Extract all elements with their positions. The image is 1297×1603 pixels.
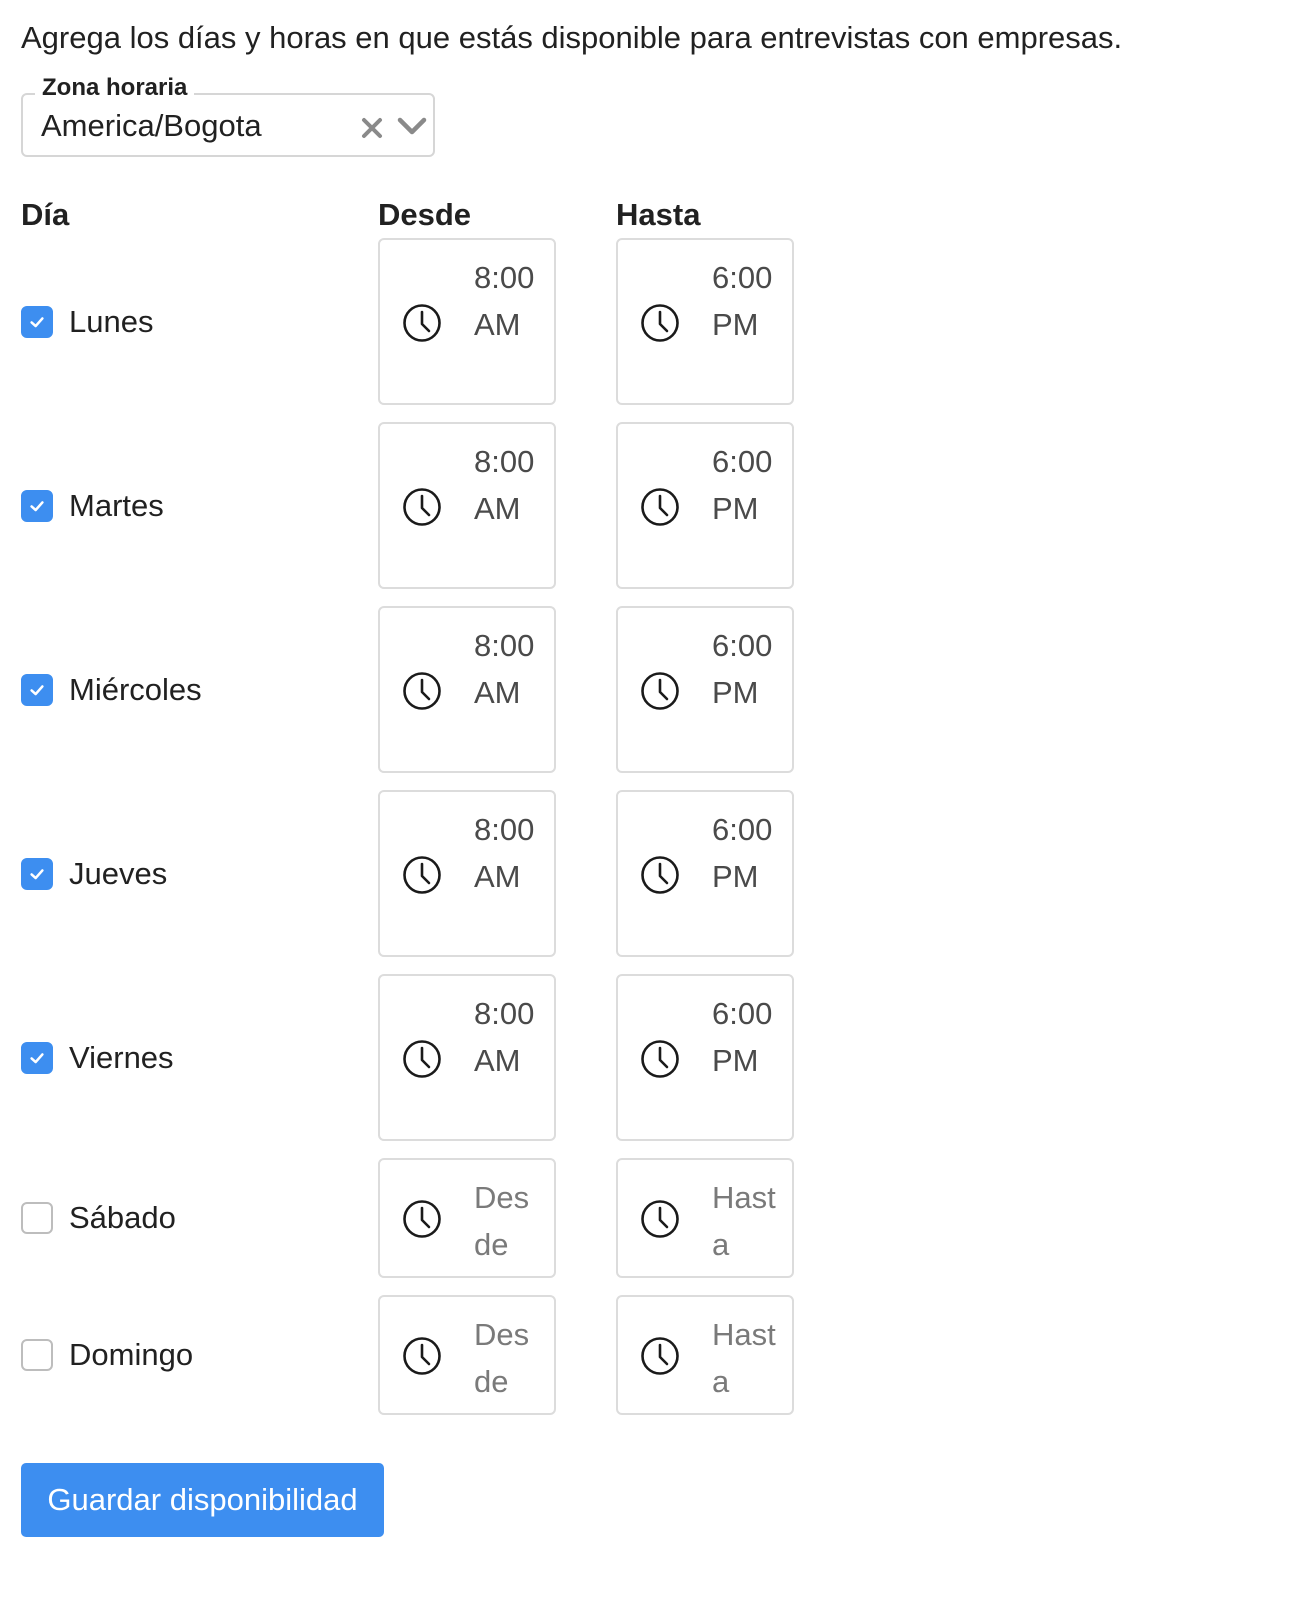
time-value: 8:00 AM xyxy=(474,444,535,526)
day-row: Domingo Desde Hasta xyxy=(0,1295,1297,1415)
day-label: Sábado xyxy=(69,1200,176,1235)
time-to-input[interactable]: 6:00 PM xyxy=(616,606,794,773)
time-to-input[interactable]: Hasta xyxy=(616,1295,794,1415)
time-from-input[interactable]: 8:00 AM xyxy=(378,790,556,957)
time-value: 6:00 PM xyxy=(712,628,773,710)
clock-icon xyxy=(402,671,442,711)
day-checkbox[interactable] xyxy=(21,1041,53,1074)
close-icon[interactable] xyxy=(361,117,383,139)
day-toggle-0[interactable]: Lunes xyxy=(21,302,153,342)
day-toggle-1[interactable]: Martes xyxy=(21,486,164,526)
day-checkbox[interactable] xyxy=(21,673,53,706)
day-checkbox[interactable] xyxy=(21,857,53,890)
column-header-to: Hasta xyxy=(616,197,701,232)
day-checkbox[interactable] xyxy=(21,1339,53,1371)
clock-icon xyxy=(640,1039,680,1079)
day-label: Martes xyxy=(69,487,164,523)
time-to-input[interactable]: 6:00 PM xyxy=(616,422,794,589)
time-placeholder: Hasta xyxy=(712,1317,776,1399)
day-toggle-2[interactable]: Miércoles xyxy=(21,670,202,710)
time-to-input[interactable]: 6:00 PM xyxy=(616,238,794,405)
checkmark-icon xyxy=(28,681,46,699)
time-value: 6:00 PM xyxy=(712,444,773,526)
column-header-from: Desde xyxy=(378,197,472,232)
clock-icon xyxy=(640,671,680,711)
time-value: 8:00 AM xyxy=(474,812,535,894)
checkmark-icon xyxy=(28,313,46,331)
clock-icon xyxy=(640,303,680,343)
time-from-input[interactable]: 8:00 AM xyxy=(378,974,556,1141)
time-value: 8:00 AM xyxy=(474,996,535,1078)
day-checkbox[interactable] xyxy=(21,489,53,522)
clock-icon xyxy=(640,1199,680,1239)
clock-icon xyxy=(402,303,442,343)
day-label: Jueves xyxy=(69,855,168,891)
checkmark-icon xyxy=(28,497,46,515)
time-from-input[interactable]: 8:00 AM xyxy=(378,422,556,589)
checkmark-icon xyxy=(28,1049,46,1067)
save-availability-button[interactable]: Guardar disponibilidad xyxy=(21,1463,384,1537)
time-placeholder: Desde xyxy=(474,1317,530,1399)
time-value: 8:00 AM xyxy=(474,628,535,710)
clock-icon xyxy=(402,1199,442,1239)
chevron-down-icon[interactable] xyxy=(397,115,427,137)
clock-icon xyxy=(402,855,442,895)
time-from-input[interactable]: 8:00 AM xyxy=(378,238,556,405)
time-value: 6:00 PM xyxy=(712,812,773,894)
day-checkbox[interactable] xyxy=(21,305,53,338)
availability-form: Agrega los días y horas en que estás dis… xyxy=(0,0,1297,1603)
day-row: Lunes 8:00 AM 6:00 PM xyxy=(0,238,1297,405)
clock-icon xyxy=(402,1039,442,1079)
clock-icon xyxy=(402,1336,442,1376)
time-from-input[interactable]: Desde xyxy=(378,1158,556,1278)
clock-icon xyxy=(640,1336,680,1376)
intro-text: Agrega los días y horas en que estás dis… xyxy=(21,20,1123,55)
time-value: 6:00 PM xyxy=(712,260,773,342)
day-checkbox[interactable] xyxy=(21,1202,53,1234)
timezone-select[interactable]: Zona horaria America/Bogota xyxy=(21,73,435,157)
day-row: Martes 8:00 AM 6:00 PM xyxy=(0,422,1297,589)
day-toggle-5[interactable]: Sábado xyxy=(21,1198,176,1238)
clock-icon xyxy=(402,487,442,527)
time-to-input[interactable]: 6:00 PM xyxy=(616,790,794,957)
day-toggle-6[interactable]: Domingo xyxy=(21,1335,193,1375)
time-value: 6:00 PM xyxy=(712,996,773,1078)
day-toggle-3[interactable]: Jueves xyxy=(21,854,167,894)
day-row: Sábado Desde Hasta xyxy=(0,1158,1297,1278)
timezone-value: America/Bogota xyxy=(41,108,262,143)
day-label: Domingo xyxy=(69,1337,194,1372)
checkmark-icon xyxy=(28,865,46,883)
timezone-label: Zona horaria xyxy=(35,73,195,103)
time-placeholder: Desde xyxy=(474,1180,530,1262)
clock-icon xyxy=(640,487,680,527)
time-from-input[interactable]: 8:00 AM xyxy=(378,606,556,773)
day-label: Miércoles xyxy=(69,671,202,707)
time-to-input[interactable]: Hasta xyxy=(616,1158,794,1278)
time-value: 8:00 AM xyxy=(474,260,535,342)
time-placeholder: Hasta xyxy=(712,1180,776,1262)
time-to-input[interactable]: 6:00 PM xyxy=(616,974,794,1141)
day-toggle-4[interactable]: Viernes xyxy=(21,1038,174,1078)
time-from-input[interactable]: Desde xyxy=(378,1295,556,1415)
clock-icon xyxy=(640,855,680,895)
day-row: Viernes 8:00 AM 6:00 PM xyxy=(0,974,1297,1141)
column-header-day: Día xyxy=(21,197,70,232)
day-label: Lunes xyxy=(69,303,154,339)
day-label: Viernes xyxy=(69,1039,174,1075)
day-row: Jueves 8:00 AM 6:00 PM xyxy=(0,790,1297,957)
day-row: Miércoles 8:00 AM 6:00 PM xyxy=(0,606,1297,773)
